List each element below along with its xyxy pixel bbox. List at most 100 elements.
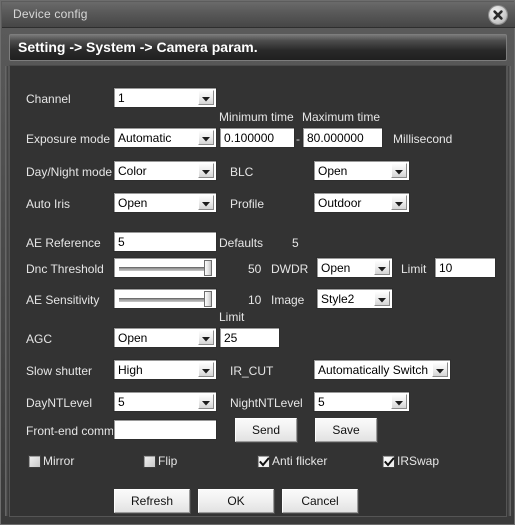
breadcrumb: Setting -> System -> Camera param. [18,39,258,55]
slow-shutter-label: Slow shutter [26,364,93,378]
window-title: Device config [13,7,88,21]
slider-track [119,298,210,302]
flip-checkbox-label: Flip [158,454,178,468]
maximum-time-input[interactable]: 80.000000 [302,127,383,148]
checkbox-box[interactable] [382,455,395,468]
chevron-down-icon[interactable] [198,163,214,178]
chevron-down-icon[interactable] [198,394,214,409]
dwdr-limit-label: Limit [401,262,427,276]
refresh-button[interactable]: Refresh [114,489,190,513]
dwdr-label: DWDR [271,262,309,276]
ae-reference-label: AE Reference [26,236,101,250]
day-night-mode-label: Day/Night mode [26,165,113,179]
day-night-mode-select[interactable]: Color [113,160,217,181]
profile-value: Outdoor [318,196,362,210]
checkbox-box[interactable] [143,455,156,468]
profile-label: Profile [230,197,265,211]
dnc-threshold-label: Dnc Threshold [26,262,104,276]
chevron-down-icon[interactable] [391,163,407,178]
ir-cut-value: Automatically Switch [318,363,429,377]
slow-shutter-select[interactable]: High [113,359,217,380]
chevron-down-icon[interactable] [198,330,214,345]
dwdr-select[interactable]: Open [316,257,393,278]
time-range-separator: - [296,132,300,146]
check-icon [384,457,395,467]
ae-sensitivity-value: 10 [248,293,262,307]
dwdr-value: Open [321,261,351,275]
ir-cut-label: IR_CUT [230,364,274,378]
cancel-button[interactable]: Cancel [282,489,358,513]
ae-sensitivity-slider-thumb[interactable] [204,291,212,307]
ae-sensitivity-slider[interactable] [113,288,217,309]
profile-select[interactable]: Outdoor [313,192,410,213]
image-style-value: Style2 [321,292,355,306]
dnc-threshold-value: 50 [248,262,262,276]
checkbox-box[interactable] [28,455,41,468]
save-button[interactable]: Save [315,418,377,442]
exposure-mode-value: Automatic [118,131,172,145]
exposure-mode-label: Exposure mode [26,132,111,146]
chevron-down-icon[interactable] [198,90,214,105]
image-style-select[interactable]: Style2 [316,288,393,309]
anti-flicker-checkbox-label: Anti flicker [272,454,328,468]
check-icon [259,457,270,467]
dnc-threshold-slider[interactable] [113,257,217,278]
defaults-label: Defaults [219,236,264,250]
device-config-window: Device config Setting -> System -> Camer… [0,0,515,525]
minimum-time-input[interactable]: 0.100000 [219,127,295,148]
auto-iris-label: Auto Iris [26,197,71,211]
blc-value: Open [318,164,348,178]
slow-shutter-value: High [118,363,143,377]
day-nt-level-value: 5 [118,395,125,409]
defaults-value: 5 [292,236,299,250]
night-nt-level-value: 5 [318,395,325,409]
chevron-down-icon[interactable] [391,394,407,409]
checkbox-box[interactable] [257,455,270,468]
maximum-time-label: Maximum time [302,110,381,124]
window-titlebar: Device config [2,2,515,28]
chevron-down-icon[interactable] [432,362,448,377]
chevron-down-icon[interactable] [374,291,390,306]
dwdr-limit-input[interactable]: 10 [434,257,496,278]
chevron-down-icon[interactable] [198,362,214,377]
breadcrumb-bar: Setting -> System -> Camera param. [9,34,507,61]
agc-limit-input[interactable]: 25 [219,327,280,348]
front-end-comm-input[interactable] [113,419,217,440]
millisecond-unit-label: Millisecond [393,132,453,146]
channel-select[interactable]: 1 [113,87,217,108]
ae-reference-value: 5 [118,235,125,249]
front-end-comm-label: Front-end comm [26,424,115,438]
chevron-down-icon[interactable] [198,195,214,210]
chevron-down-icon[interactable] [374,260,390,275]
ae-reference-input[interactable]: 5 [113,231,217,252]
maximum-time-value: 80.000000 [307,131,364,145]
image-label: Image [271,293,305,307]
day-nt-level-select[interactable]: 5 [113,391,217,412]
dnc-threshold-slider-thumb[interactable] [204,260,212,276]
agc-label: AGC [26,332,53,346]
night-nt-level-label: NightNTLevel [230,396,303,410]
channel-label: Channel [26,92,71,106]
minimum-time-value: 0.100000 [224,131,275,145]
night-nt-level-select[interactable]: 5 [313,391,410,412]
blc-label: BLC [230,165,254,179]
agc-limit-value: 25 [224,331,238,345]
chevron-down-icon[interactable] [391,195,407,210]
ok-button[interactable]: OK [198,489,274,513]
dwdr-limit-value: 10 [439,261,453,275]
minimum-time-label: Minimum time [219,110,294,124]
ae-sensitivity-label: AE Sensitivity [26,293,100,307]
auto-iris-select[interactable]: Open [113,192,217,213]
chevron-down-icon[interactable] [198,130,214,145]
blc-select[interactable]: Open [313,160,410,181]
send-button[interactable]: Send [235,418,297,442]
day-night-mode-value: Color [118,164,147,178]
camera-param-panel: Channel 1 Exposure mode Automatic Minimu… [5,65,511,517]
exposure-mode-select[interactable]: Automatic [113,127,217,148]
agc-limit-label: Limit [219,310,245,324]
channel-value: 1 [118,91,125,105]
agc-select[interactable]: Open [113,327,217,348]
ir-cut-select[interactable]: Automatically Switch [313,359,451,380]
close-icon[interactable] [489,6,507,24]
irswap-checkbox-label: IRSwap [397,454,440,468]
